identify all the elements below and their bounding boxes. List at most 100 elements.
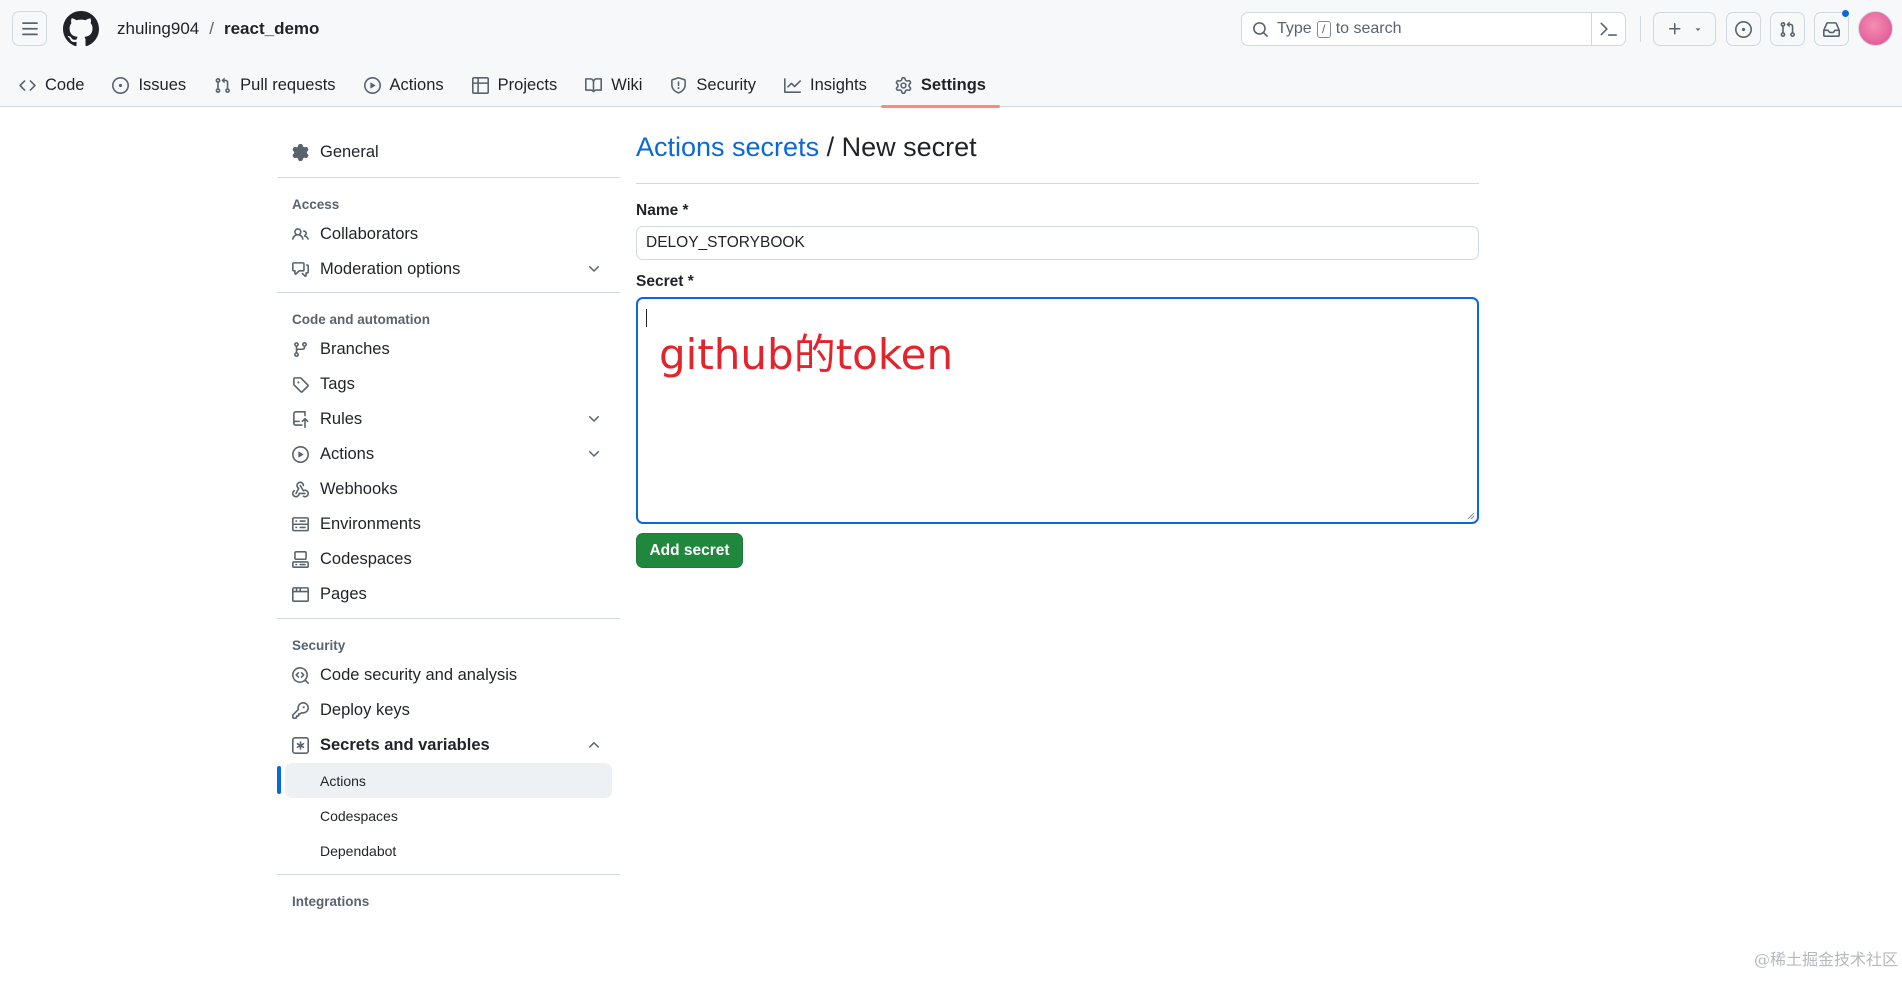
play-icon	[363, 77, 381, 94]
sidebar-item-webhooks[interactable]: Webhooks	[277, 472, 620, 507]
sidebar-item-label: General	[320, 142, 379, 161]
sidebar-item-code-security[interactable]: Code security and analysis	[277, 658, 620, 693]
tab-actions[interactable]: Actions	[350, 64, 458, 107]
resize-handle-icon[interactable]	[1465, 510, 1475, 520]
tab-label: Wiki	[611, 76, 643, 94]
sidebar-subitem-actions[interactable]: Actions	[277, 763, 612, 798]
tab-settings[interactable]: Settings	[880, 64, 1001, 108]
repo-tabs: Code Issues Pull requests Actions Projec…	[0, 64, 1001, 108]
tab-label: Projects	[497, 76, 558, 94]
github-logo-icon[interactable]	[63, 11, 99, 47]
page-title-text: New secret	[841, 132, 977, 162]
pull-request-icon	[1780, 21, 1795, 37]
webhook-icon	[292, 481, 309, 498]
comment-discussion-icon	[292, 262, 309, 277]
sidebar-item-collaborators[interactable]: Collaborators	[277, 217, 620, 252]
sidebar-subitem-dependabot[interactable]: Dependabot	[277, 833, 620, 868]
search-placeholder-prefix: Type	[1277, 20, 1312, 37]
sidebar-subitem-label: Codespaces	[320, 807, 398, 824]
sidebar-item-moderation-options[interactable]: Moderation options	[277, 252, 620, 287]
sidebar-heading-code-automation: Code and automation	[292, 312, 430, 327]
tab-label: Security	[696, 76, 757, 94]
new-secret-form: Actions secrets / New secret Name * DELO…	[636, 132, 1479, 568]
sidebar-item-label: Tags	[320, 375, 355, 393]
tab-wiki[interactable]: Wiki	[571, 64, 656, 107]
pull-requests-button[interactable]	[1770, 12, 1805, 46]
sidebar-item-label: Environments	[320, 515, 421, 533]
server-icon	[292, 517, 309, 532]
sidebar-item-pages[interactable]: Pages	[277, 577, 620, 612]
repo-link[interactable]: react_demo	[224, 19, 319, 39]
sidebar-item-environments[interactable]: Environments	[277, 507, 620, 542]
sidebar-subitem-codespaces[interactable]: Codespaces	[277, 798, 620, 833]
sidebar-heading-access: Access	[292, 197, 340, 212]
terminal-icon	[1600, 22, 1617, 36]
gear-icon	[292, 143, 309, 161]
graph-icon	[784, 78, 802, 93]
menu-button[interactable]	[12, 11, 47, 46]
chevron-down-icon[interactable]	[586, 446, 602, 462]
sidebar-item-general[interactable]: General	[277, 132, 620, 172]
sidebar-divider	[277, 618, 620, 619]
tab-pull-requests[interactable]: Pull requests	[200, 64, 349, 107]
sidebar-item-label: Codespaces	[320, 550, 412, 568]
sidebar-item-label: Rules	[320, 410, 363, 428]
global-header: zhuling904 / react_demo Type / to search…	[0, 0, 1902, 108]
repo-push-icon	[293, 411, 309, 428]
title-separator: /	[826, 132, 835, 162]
page-title: Actions secrets / New secret	[636, 132, 1479, 184]
sidebar-item-actions[interactable]: Actions	[277, 437, 620, 472]
sidebar-item-branches[interactable]: Branches	[277, 332, 620, 367]
sidebar-item-secrets-and-variables[interactable]: Secrets and variables	[277, 728, 620, 763]
annotation-overlay-text: github的token	[659, 330, 954, 379]
watermark: @稀土掘金技术社区	[1753, 950, 1898, 969]
tab-code[interactable]: Code	[0, 64, 98, 107]
search-shortcut-key: /	[1316, 20, 1331, 38]
sidebar-item-label: Moderation options	[320, 260, 461, 278]
codespaces-icon	[292, 551, 309, 568]
sidebar-item-label: Actions	[320, 445, 375, 463]
user-avatar[interactable]	[1858, 11, 1893, 46]
owner-link[interactable]: zhuling904	[117, 19, 199, 39]
secret-label: Secret *	[636, 273, 694, 290]
sidebar-item-deploy-keys[interactable]: Deploy keys	[277, 693, 620, 728]
shield-icon	[671, 77, 687, 94]
tab-issues[interactable]: Issues	[98, 64, 200, 107]
tab-security[interactable]: Security	[656, 64, 770, 107]
search-input[interactable]: Type / to search	[1241, 12, 1626, 46]
tab-insights[interactable]: Insights	[770, 64, 881, 107]
sidebar-item-label: Collaborators	[320, 225, 419, 243]
inbox-icon	[1823, 21, 1840, 37]
tab-label: Settings	[920, 76, 986, 94]
sidebar-divider	[277, 874, 620, 875]
tab-projects[interactable]: Projects	[458, 64, 572, 107]
search-placeholder-suffix: to search	[1335, 20, 1402, 37]
sidebar-heading-security: Security	[292, 638, 346, 653]
command-palette-button[interactable]	[1591, 13, 1625, 45]
table-icon	[471, 77, 489, 94]
sidebar-divider	[277, 292, 620, 293]
issues-button[interactable]	[1726, 12, 1761, 46]
create-new-button[interactable]	[1653, 12, 1716, 46]
tab-label: Insights	[810, 76, 867, 94]
chevron-down-icon[interactable]	[586, 261, 602, 277]
actions-secrets-link[interactable]: Actions secrets	[636, 132, 819, 162]
chevron-up-icon[interactable]	[586, 737, 602, 753]
secret-name-field[interactable]: DELOY_STORYBOOK	[636, 226, 1479, 260]
hamburger-icon	[21, 21, 38, 35]
sidebar-item-rules[interactable]: Rules	[277, 402, 620, 437]
settings-sidebar: General Access Collaborators Moderation …	[277, 132, 620, 909]
sidebar-item-label: Webhooks	[320, 480, 398, 498]
sidebar-item-codespaces[interactable]: Codespaces	[277, 542, 620, 577]
tab-label: Code	[45, 76, 85, 94]
repo-breadcrumb: zhuling904 / react_demo	[117, 19, 319, 39]
notification-dot	[1841, 9, 1850, 18]
tag-icon	[293, 377, 309, 393]
sidebar-item-label: Branches	[320, 340, 390, 358]
sidebar-item-tags[interactable]: Tags	[277, 367, 620, 402]
sidebar-item-label: Secrets and variables	[320, 736, 490, 754]
sidebar-divider	[277, 177, 620, 178]
secret-value-textarea[interactable]: github的token	[636, 297, 1479, 524]
chevron-down-icon[interactable]	[586, 411, 602, 427]
add-secret-button[interactable]: Add secret	[636, 533, 743, 568]
